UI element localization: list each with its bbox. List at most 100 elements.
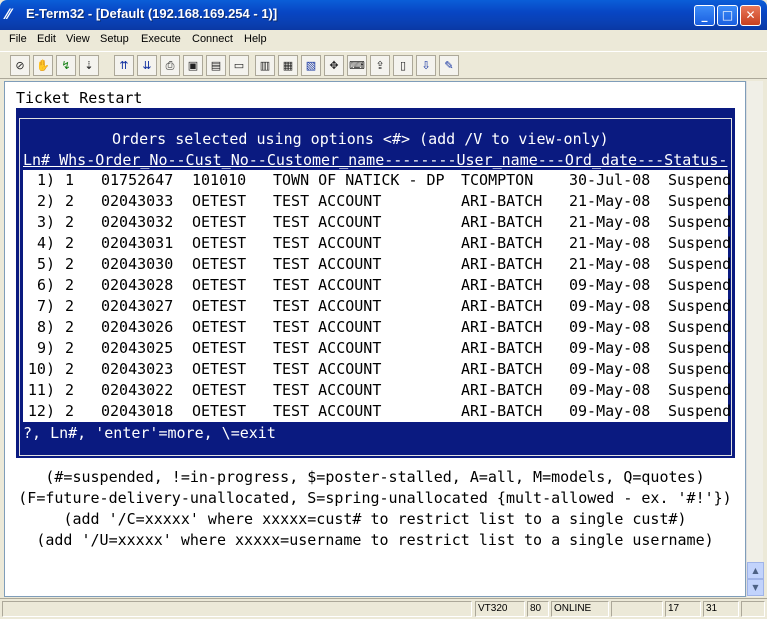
- status-cell: Suspend: [668, 276, 732, 294]
- screen-page-icon[interactable]: ▧: [301, 55, 321, 76]
- status-cell: Suspend: [668, 171, 732, 189]
- menu-edit[interactable]: Edit: [37, 33, 56, 45]
- copy-icon[interactable]: ▣: [183, 55, 203, 76]
- warehouse-cell: 2: [65, 339, 75, 357]
- disconnect-icon[interactable]: ⇣: [79, 55, 99, 76]
- status-emulation: VT320: [475, 601, 525, 617]
- user-name-cell: ARI-BATCH: [461, 318, 543, 336]
- warehouse-cell: 2: [65, 402, 75, 420]
- order-date-cell: 09-May-08: [569, 402, 651, 420]
- menu-help[interactable]: Help: [244, 33, 267, 45]
- order-date-cell: 09-May-08: [569, 276, 651, 294]
- warehouse-cell: 2: [65, 234, 75, 252]
- warehouse-cell: 2: [65, 297, 75, 315]
- paste-icon[interactable]: ▤: [206, 55, 226, 76]
- keyboard-icon[interactable]: ⌨: [347, 55, 367, 76]
- line-number-cell: 4): [36, 234, 55, 252]
- order-date-cell: 21-May-08: [569, 255, 651, 273]
- send-icon[interactable]: ⇈: [114, 55, 134, 76]
- order-date-cell: 09-May-08: [569, 318, 651, 336]
- warehouse-cell: 2: [65, 192, 75, 210]
- customer-number-cell: OETEST: [192, 255, 247, 273]
- receive-icon[interactable]: ⇊: [137, 55, 157, 76]
- table-row[interactable]: 5) 2 02043030 OETEST TEST ACCOUNT ARI-BATCH 21…: [23, 254, 732, 275]
- order-number-cell: 02043018: [101, 402, 174, 420]
- status-cell: Suspend: [668, 192, 732, 210]
- table-row[interactable]: 10) 2 02043023 OETEST TEST ACCOUNT ARI-BATCH 0…: [23, 359, 731, 380]
- screen-title: Ticket Restart: [16, 89, 143, 107]
- table-row[interactable]: 7) 2 02043027 OETEST TEST ACCOUNT ARI-BATCH 09…: [23, 296, 732, 317]
- order-number-cell: 01752647: [101, 171, 174, 189]
- order-date-cell: 09-May-08: [569, 381, 651, 399]
- screen-132-icon[interactable]: ▦: [278, 55, 298, 76]
- pen-icon[interactable]: ✎: [439, 55, 459, 76]
- menu-setup[interactable]: Setup: [100, 33, 129, 45]
- no-entry-icon[interactable]: ⊘: [10, 55, 30, 76]
- customer-name-cell: TEST ACCOUNT: [273, 192, 382, 210]
- table-row[interactable]: 12) 2 02043018 OETEST TEST ACCOUNT ARI-BATCH 0…: [23, 401, 731, 422]
- upload-icon[interactable]: ⇪: [370, 55, 390, 76]
- order-date-cell: 30-Jul-08: [569, 171, 651, 189]
- menu-file[interactable]: File: [9, 33, 27, 45]
- table-row[interactable]: 1) 1 01752647 101010 TOWN OF NATICK - DP TCOM…: [23, 170, 732, 191]
- table-row[interactable]: 4) 2 02043031 OETEST TEST ACCOUNT ARI-BATCH 21…: [23, 233, 732, 254]
- table-row[interactable]: 3) 2 02043032 OETEST TEST ACCOUNT ARI-BATCH 21…: [23, 212, 732, 233]
- vertical-scrollbar[interactable]: ▲ ▼: [746, 81, 764, 597]
- order-date-cell: 09-May-08: [569, 360, 651, 378]
- status-blank: [611, 601, 663, 617]
- user-name-cell: ARI-BATCH: [461, 255, 543, 273]
- order-number-cell: 02043031: [101, 234, 174, 252]
- user-name-cell: ARI-BATCH: [461, 339, 543, 357]
- menu-execute[interactable]: Execute: [141, 33, 181, 45]
- minimize-button[interactable]: _: [694, 5, 715, 26]
- scroll-up-button[interactable]: ▲: [747, 562, 764, 579]
- status-grip: [741, 601, 765, 617]
- status-online: ONLINE: [551, 601, 609, 617]
- scroll-down-button[interactable]: ▼: [747, 579, 764, 596]
- order-date-cell: 21-May-08: [569, 192, 651, 210]
- status-cell: Suspend: [668, 255, 732, 273]
- table-row[interactable]: 9) 2 02043025 OETEST TEST ACCOUNT ARI-BATCH 09…: [23, 338, 731, 359]
- help-line-3: (add '/C=xxxxx' where xxxxx=cust# to res…: [63, 510, 687, 528]
- customer-number-cell: OETEST: [192, 213, 247, 231]
- line-number-cell: 8): [36, 318, 55, 336]
- customer-name-cell: TEST ACCOUNT: [273, 276, 382, 294]
- table-row[interactable]: 8) 2 02043026 OETEST TEST ACCOUNT ARI-BATCH 09…: [23, 317, 731, 338]
- status-row: 17: [665, 601, 701, 617]
- status-cell: Suspend: [668, 297, 732, 315]
- file-icon[interactable]: ▯: [393, 55, 413, 76]
- customer-number-cell: OETEST: [192, 276, 247, 294]
- line-number-cell: 11): [27, 381, 55, 399]
- customer-number-cell: OETEST: [192, 318, 247, 336]
- help-line-1: (#=suspended, !=in-progress, $=poster-st…: [45, 468, 705, 486]
- table-row[interactable]: 11) 2 02043022 OETEST TEST ACCOUNT ARI-BATCH 0…: [23, 380, 731, 401]
- column-header: Ln# Whs-Order_No--Cust_No--Customer_name…: [23, 151, 728, 169]
- menu-connect[interactable]: Connect: [192, 33, 233, 45]
- app-icon[interactable]: ⁄⁄: [6, 7, 22, 23]
- cross-icon[interactable]: ✥: [324, 55, 344, 76]
- order-number-cell: 02043028: [101, 276, 174, 294]
- customer-name-cell: TOWN OF NATICK - DP: [273, 171, 445, 189]
- screen-80-icon[interactable]: ▥: [255, 55, 275, 76]
- download-icon[interactable]: ⇩: [416, 55, 436, 76]
- user-name-cell: TCOMPTON: [461, 171, 534, 189]
- connect-icon[interactable]: ↯: [56, 55, 76, 76]
- order-number-cell: 02043026: [101, 318, 174, 336]
- print-icon[interactable]: ⎙: [160, 55, 180, 76]
- customer-number-cell: OETEST: [192, 360, 247, 378]
- rect-icon[interactable]: ▭: [229, 55, 249, 76]
- hand-icon[interactable]: ✋: [33, 55, 53, 76]
- line-number-cell: 3): [36, 213, 55, 231]
- maximize-button[interactable]: □: [717, 5, 738, 26]
- status-cell: Suspend: [668, 213, 732, 231]
- user-name-cell: ARI-BATCH: [461, 297, 543, 315]
- close-button[interactable]: ✕: [740, 5, 761, 26]
- table-row[interactable]: 2) 2 02043033 OETEST TEST ACCOUNT ARI-BATCH 21…: [23, 191, 732, 212]
- status-cell: Suspend: [668, 234, 732, 252]
- terminal-screen[interactable]: Ticket Restart Orders selected using opt…: [4, 81, 746, 597]
- customer-number-cell: 101010: [192, 171, 247, 189]
- order-number-cell: 02043023: [101, 360, 174, 378]
- title-bar[interactable]: ⁄⁄ E-Term32 - [Default (192.168.169.254 …: [0, 0, 767, 30]
- table-row[interactable]: 6) 2 02043028 OETEST TEST ACCOUNT ARI-BATCH 09…: [23, 275, 732, 296]
- menu-view[interactable]: View: [66, 33, 90, 45]
